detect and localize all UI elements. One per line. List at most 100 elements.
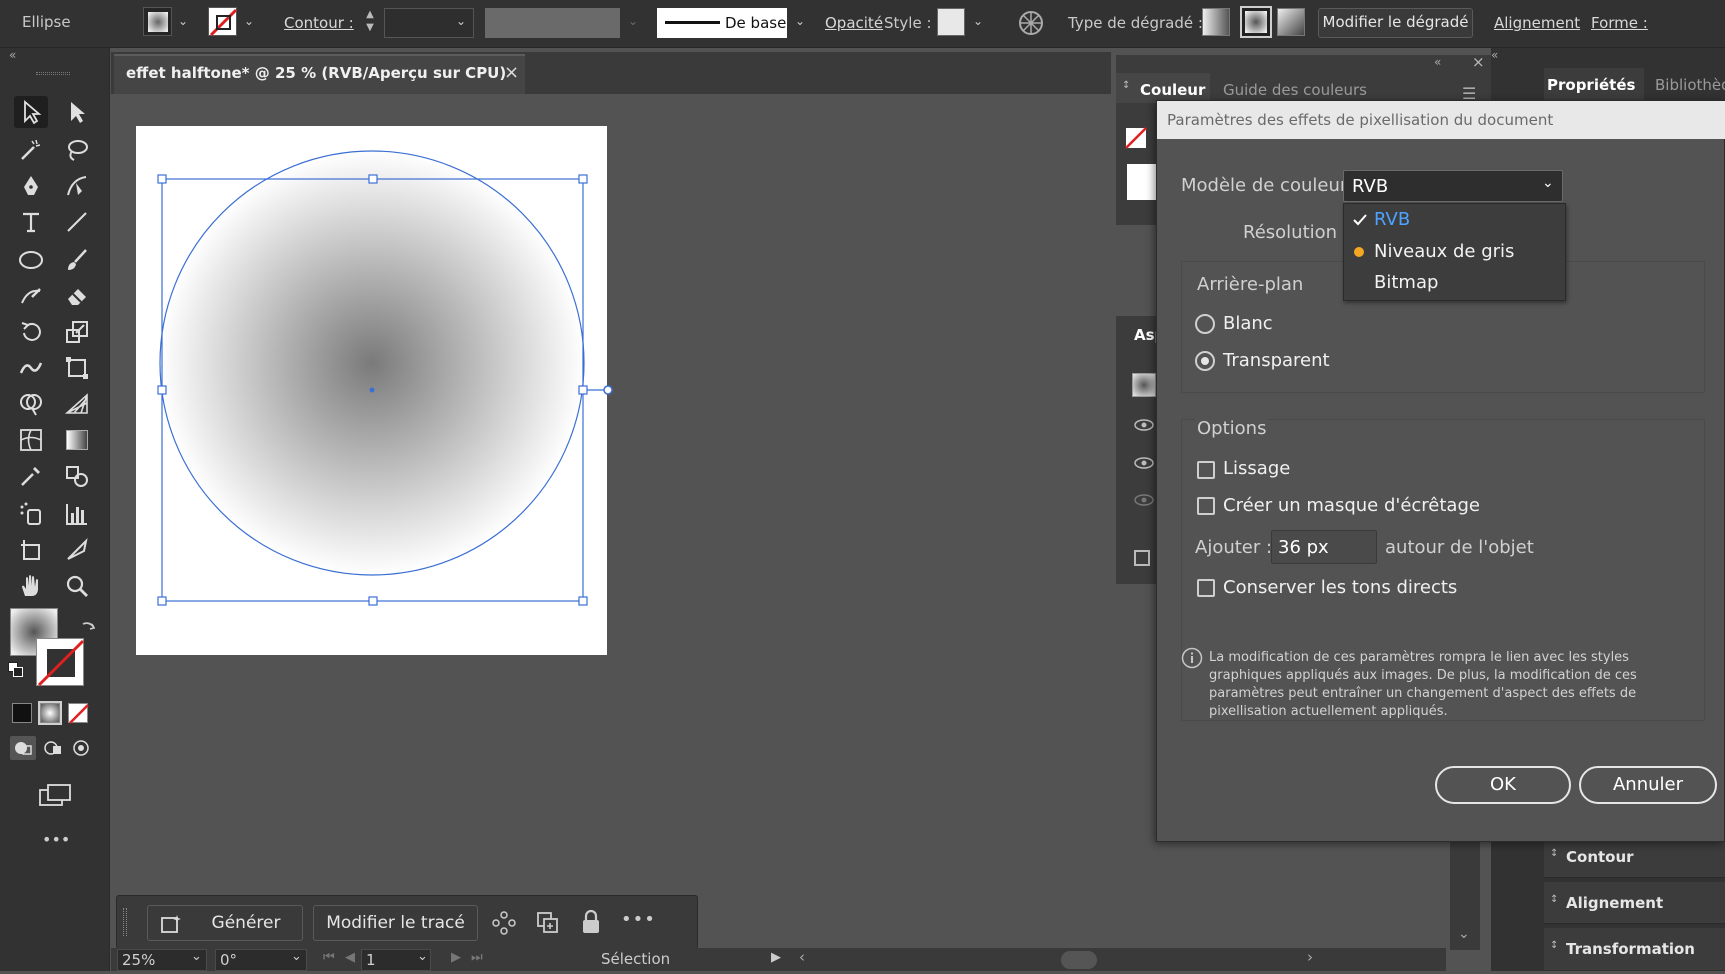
line-segment-tool-icon[interactable] <box>60 206 94 238</box>
ellipse-tool-icon[interactable] <box>14 244 48 276</box>
none-mode-icon[interactable] <box>68 703 89 724</box>
edit-path-button[interactable]: Modifier le tracé <box>313 905 478 941</box>
toolbar-grip[interactable] <box>36 72 70 75</box>
antialias-checkbox[interactable] <box>1197 461 1215 479</box>
draw-inside-icon[interactable] <box>70 738 92 758</box>
option-bitmap[interactable]: Bitmap <box>1374 272 1438 293</box>
collapse-toolbar-icon[interactable]: « <box>9 48 16 62</box>
magic-wand-tool-icon[interactable] <box>14 134 48 166</box>
option-rgb[interactable]: RVB <box>1374 209 1410 230</box>
duplicate-icon[interactable] <box>535 910 561 936</box>
variable-width-profile[interactable] <box>485 8 620 38</box>
screen-mode-icon[interactable] <box>38 783 72 807</box>
add-padding-input[interactable]: 36 px <box>1271 530 1377 564</box>
recolor-icon[interactable] <box>491 910 517 936</box>
color-mode-icon[interactable] <box>12 703 32 723</box>
previous-artboard-icon[interactable]: ◀ <box>345 950 355 965</box>
freeform-gradient-icon[interactable] <box>1277 8 1305 36</box>
collapse-panel-icon[interactable]: « <box>1434 55 1441 69</box>
artboard-dropdown-icon[interactable]: ⌄ <box>417 949 428 964</box>
shape-builder-tool-icon[interactable] <box>14 388 48 420</box>
radial-gradient-icon[interactable] <box>1240 6 1272 38</box>
eyedropper-tool-icon[interactable] <box>14 460 48 492</box>
background-transparent-radio[interactable] <box>1195 351 1215 371</box>
swap-fill-stroke-icon[interactable] <box>80 618 98 636</box>
last-artboard-icon[interactable]: ⏭ <box>471 950 483 965</box>
next-artboard-icon[interactable]: ▶ <box>451 950 461 965</box>
stroke-weight-dropdown-icon[interactable]: ⌄ <box>456 14 466 28</box>
shape-label[interactable]: Forme : <box>1591 14 1648 32</box>
task-bar-grip[interactable] <box>123 908 127 936</box>
document-tab[interactable]: effet halftone* @ 25 % (RVB/Aperçu sur C… <box>114 54 525 94</box>
stroke-color-swatch[interactable] <box>36 638 85 687</box>
rotation-dropdown-icon[interactable]: ⌄ <box>291 949 302 964</box>
default-fill-stroke-icon[interactable] <box>8 662 24 678</box>
fill-swatch[interactable] <box>143 7 172 36</box>
brush-dropdown-icon[interactable]: ⌄ <box>795 14 805 28</box>
collapse-dock-icon[interactable]: « <box>1491 48 1498 62</box>
symbol-sprayer-tool-icon[interactable] <box>14 498 48 530</box>
profile-dropdown-icon[interactable]: ⌄ <box>628 14 638 28</box>
column-graph-tool-icon[interactable] <box>60 498 94 530</box>
draw-behind-icon[interactable] <box>42 738 64 758</box>
selection-tool-icon[interactable] <box>14 96 48 128</box>
color-guide-tab[interactable]: Guide des couleurs <box>1223 81 1367 99</box>
cancel-button[interactable]: Annuler <box>1579 766 1717 804</box>
pen-tool-icon[interactable] <box>14 170 48 202</box>
stroke-swatch[interactable] <box>208 7 238 37</box>
none-color-icon[interactable] <box>1125 127 1149 149</box>
scroll-down-icon[interactable]: ⌄ <box>1458 926 1470 942</box>
status-menu-icon[interactable]: ▶ <box>771 950 781 965</box>
zoom-tool-icon[interactable] <box>60 570 94 602</box>
draw-normal-icon[interactable] <box>10 736 36 760</box>
gradient-tool-icon[interactable] <box>60 424 94 456</box>
preserve-spot-colors-checkbox[interactable] <box>1197 579 1215 597</box>
paintbrush-tool-icon[interactable] <box>60 244 94 276</box>
opacity-label[interactable]: Opacité <box>825 14 883 32</box>
close-tab-icon[interactable]: × <box>504 62 519 83</box>
linear-gradient-icon[interactable] <box>1202 8 1230 36</box>
visibility-eye-icon[interactable] <box>1134 418 1154 432</box>
artboard-tool-icon[interactable] <box>14 534 48 566</box>
scroll-left-icon[interactable]: ‹ <box>799 948 805 966</box>
visibility-eye-icon[interactable] <box>1134 456 1154 470</box>
gradient-mode-icon[interactable] <box>38 701 62 725</box>
slice-tool-icon[interactable] <box>60 534 94 566</box>
lock-icon[interactable] <box>579 908 603 936</box>
style-dropdown-icon[interactable]: ⌄ <box>973 14 983 28</box>
fill-dropdown-icon[interactable]: ⌄ <box>178 14 188 28</box>
stroke-weight-stepper[interactable]: ▲ ▼ <box>361 8 379 38</box>
scroll-right-icon[interactable]: › <box>1307 948 1313 966</box>
close-panel-icon[interactable]: × <box>1472 53 1485 71</box>
option-grayscale[interactable]: Niveaux de gris <box>1374 241 1514 262</box>
section-transform[interactable]: ↕ Transformation <box>1544 928 1725 970</box>
blend-tool-icon[interactable] <box>60 460 94 492</box>
perspective-grid-tool-icon[interactable] <box>60 388 94 420</box>
scale-tool-icon[interactable] <box>60 316 94 348</box>
hand-tool-icon[interactable] <box>14 570 48 602</box>
new-art-icon[interactable] <box>1134 550 1150 566</box>
properties-tab[interactable]: Propriétés <box>1544 68 1644 102</box>
clipping-mask-checkbox[interactable] <box>1197 497 1215 515</box>
antialias-label[interactable]: Lissage <box>1223 458 1290 479</box>
stroke-dropdown-icon[interactable]: ⌄ <box>244 14 254 28</box>
color-model-select[interactable]: RVB ⌄ <box>1343 170 1563 202</box>
preserve-spot-colors-label[interactable]: Conserver les tons directs <box>1223 577 1457 598</box>
edit-toolbar-icon[interactable]: ••• <box>42 830 70 849</box>
free-transform-tool-icon[interactable] <box>60 352 94 384</box>
background-white-radio[interactable] <box>1195 314 1215 334</box>
appearance-swatch[interactable] <box>1132 373 1156 397</box>
pie-widget-handle[interactable] <box>603 385 613 395</box>
libraries-tab[interactable]: Bibliothèq <box>1655 76 1725 94</box>
vertical-scrollbar[interactable]: ⌄ <box>1450 840 1480 950</box>
background-white-label[interactable]: Blanc <box>1223 313 1273 334</box>
curvature-tool-icon[interactable] <box>60 170 94 202</box>
first-artboard-icon[interactable]: ⏮ <box>323 950 335 965</box>
horizontal-scroll-thumb[interactable] <box>1061 951 1097 969</box>
lasso-tool-icon[interactable] <box>60 134 94 166</box>
mesh-tool-icon[interactable] <box>14 424 48 456</box>
edit-gradient-button[interactable]: Modifier le dégradé <box>1318 8 1473 38</box>
ellipse-object[interactable] <box>136 126 636 655</box>
gradient-ellipse[interactable] <box>159 150 585 576</box>
brush-definition-field[interactable]: De base <box>657 8 787 38</box>
